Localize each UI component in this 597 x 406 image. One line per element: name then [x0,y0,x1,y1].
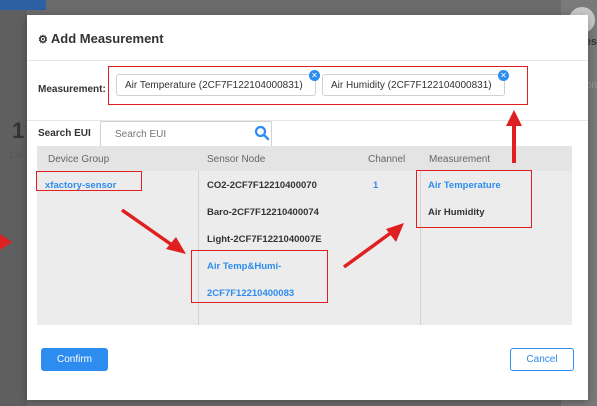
arrow-icon [506,110,522,163]
arrow-icon [120,208,186,254]
arrow-icon [342,223,404,269]
annotation-arrows [0,110,522,269]
arrow-icon [0,234,12,250]
